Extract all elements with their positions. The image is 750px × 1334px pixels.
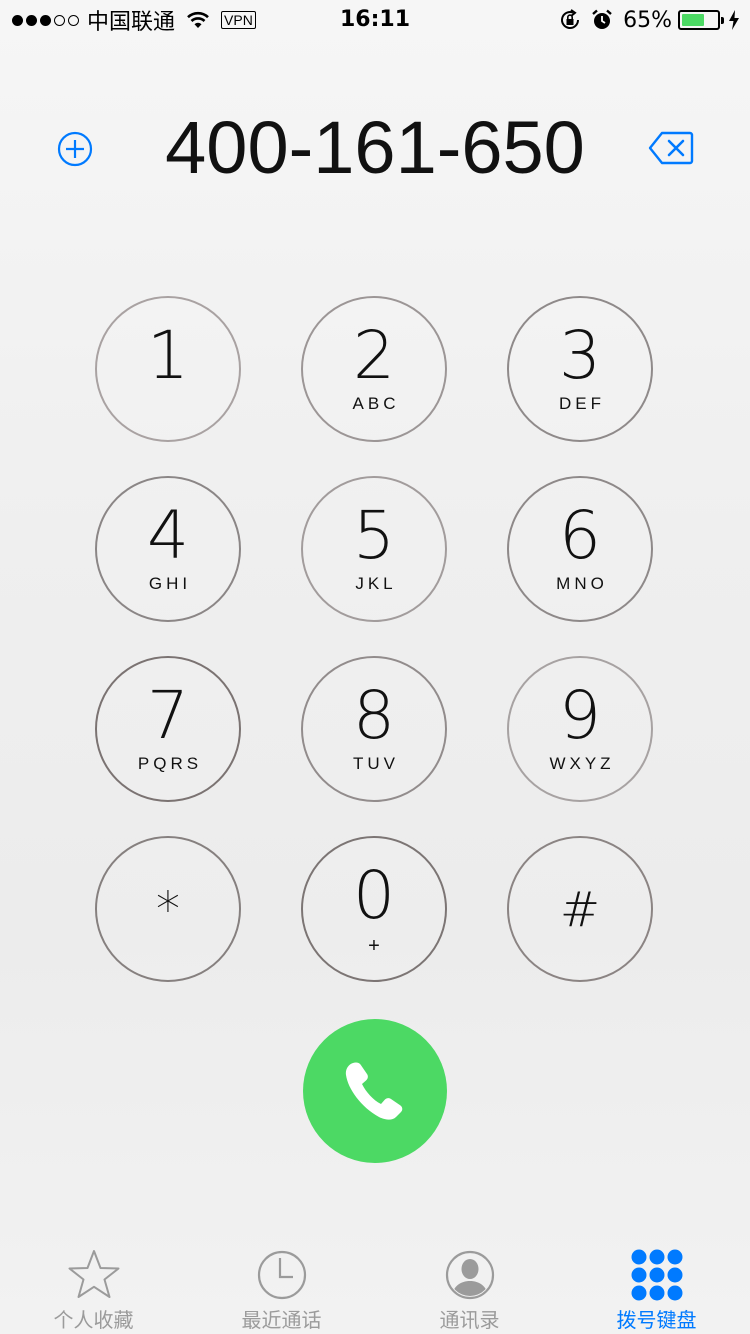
key-7[interactable]: 7 PQRS xyxy=(95,656,241,802)
tab-contacts[interactable]: 通讯录 xyxy=(376,1240,563,1334)
vpn-badge: VPN xyxy=(221,11,256,29)
charging-icon xyxy=(729,10,739,30)
battery-percent: 65% xyxy=(623,7,672,33)
key-digit: 6 xyxy=(559,497,601,574)
key-digit: 5 xyxy=(353,497,395,574)
dialed-number: 400-161-650 xyxy=(165,106,585,189)
key-letters: MNO xyxy=(556,574,608,593)
call-button[interactable] xyxy=(303,1019,447,1163)
key-letters: ABC xyxy=(352,394,400,413)
key-letters: PQRS xyxy=(137,754,203,773)
rotation-lock-icon xyxy=(561,9,580,29)
tab-label: 通讯录 xyxy=(439,1308,500,1332)
key-letters: JKL xyxy=(355,574,397,593)
key-digit: 9 xyxy=(559,677,601,754)
key-digit: 2 xyxy=(353,317,395,394)
key-digit: # xyxy=(559,882,601,938)
key-star[interactable]: * xyxy=(95,836,241,982)
key-digit: 4 xyxy=(147,497,189,574)
tab-recents[interactable]: 最近通话 xyxy=(188,1240,375,1334)
number-display-row: 400-161-650 xyxy=(0,100,750,200)
key-digit: 8 xyxy=(353,677,395,754)
key-4[interactable]: 4 GHI xyxy=(95,476,241,622)
status-bar: 中国联通 VPN 16:11 65% xyxy=(0,0,750,40)
key-digit: 1 xyxy=(147,317,189,394)
key-5[interactable]: 5 JKL xyxy=(301,476,447,622)
tab-label: 最近通话 xyxy=(241,1308,322,1332)
key-letters: GHI xyxy=(148,574,192,593)
key-digit: 7 xyxy=(147,677,189,754)
key-letters: DEF xyxy=(559,394,605,413)
key-3[interactable]: 3 DEF xyxy=(507,296,653,442)
tab-label: 个人收藏 xyxy=(53,1308,134,1332)
key-hash[interactable]: # xyxy=(507,836,653,982)
key-letters: WXYZ xyxy=(549,754,615,773)
tab-label: 拨号键盘 xyxy=(616,1308,697,1332)
backspace-icon[interactable] xyxy=(648,130,694,166)
tab-favorites[interactable]: 个人收藏 xyxy=(0,1240,187,1334)
star-icon xyxy=(68,1250,119,1298)
keypad-icon xyxy=(631,1249,682,1301)
clock-icon xyxy=(257,1250,306,1300)
key-letters: + xyxy=(368,935,384,957)
key-letters: TUV xyxy=(353,754,399,773)
contacts-icon xyxy=(445,1250,494,1300)
key-9[interactable]: 9 WXYZ xyxy=(507,656,653,802)
key-8[interactable]: 8 TUV xyxy=(301,656,447,802)
key-1[interactable]: 1 xyxy=(95,296,241,442)
wifi-icon xyxy=(187,11,209,28)
key-digit: 0 xyxy=(353,857,395,934)
carrier-name: 中国联通 xyxy=(87,10,176,35)
key-6[interactable]: 6 MNO xyxy=(507,476,653,622)
key-0[interactable]: 0 + xyxy=(301,836,447,982)
key-2[interactable]: 2 ABC xyxy=(301,296,447,442)
battery-icon xyxy=(678,10,724,30)
phone-icon xyxy=(345,1062,403,1120)
signal-strength-icon xyxy=(12,14,79,26)
tab-bar: 个人收藏 最近通话 通讯录 拨号键盘 xyxy=(0,1240,750,1334)
add-contact-icon[interactable] xyxy=(56,130,94,168)
alarm-icon xyxy=(592,9,612,29)
key-digit: 3 xyxy=(559,317,601,394)
key-digit: * xyxy=(156,882,180,938)
tab-keypad[interactable]: 拨号键盘 xyxy=(563,1240,750,1334)
